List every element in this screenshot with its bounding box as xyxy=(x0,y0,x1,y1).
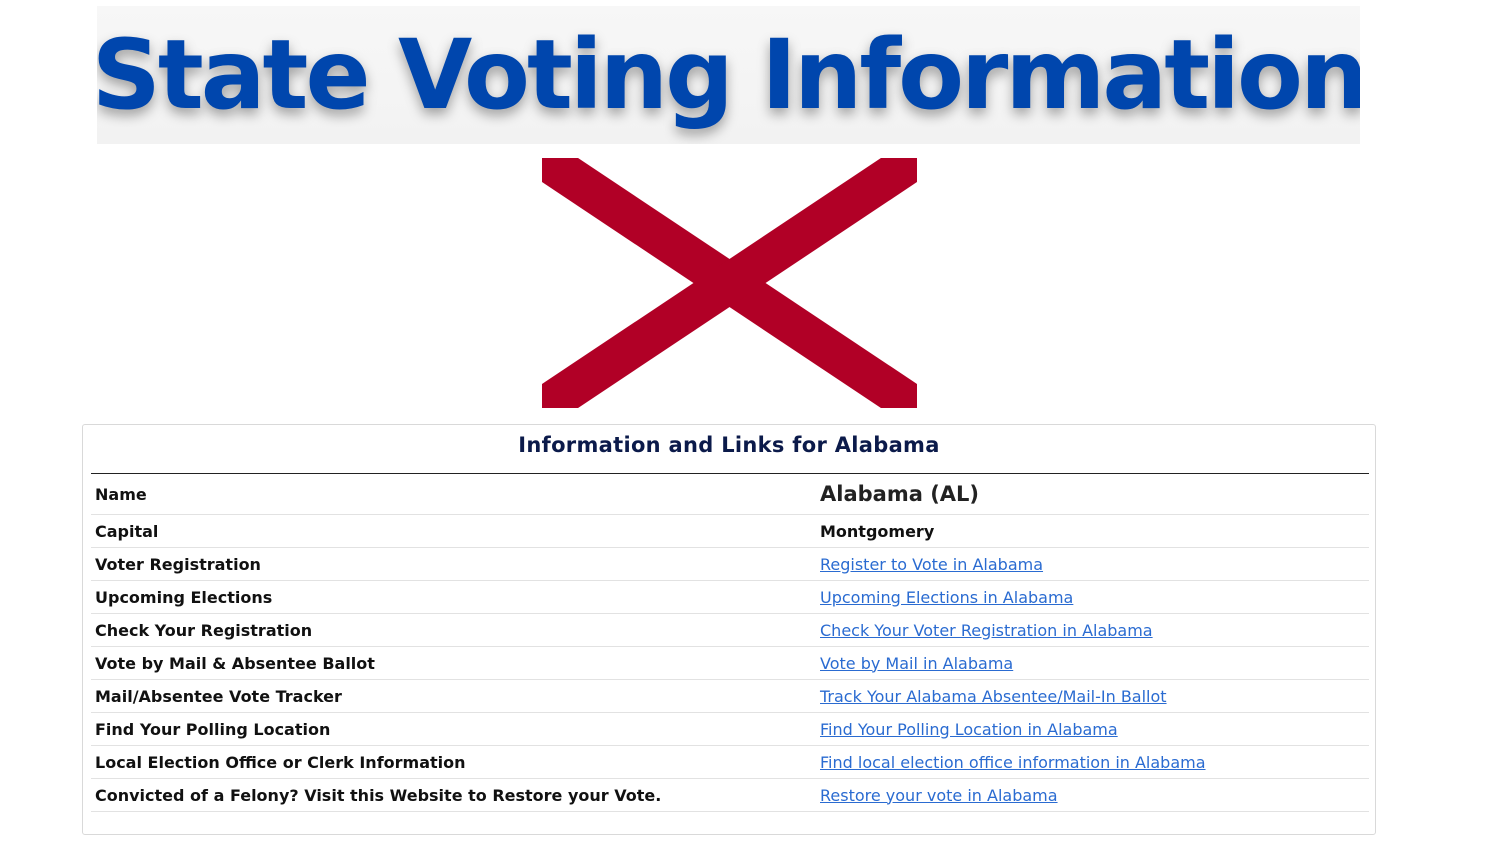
banner-image: State Voting Information xyxy=(97,6,1360,144)
row-label-vote-by-mail: Vote by Mail & Absentee Ballot xyxy=(91,646,816,680)
row-value-cell: Check Your Voter Registration in Alabama xyxy=(816,613,1369,647)
table-row: Upcoming Elections Upcoming Elections in… xyxy=(91,580,1369,614)
row-value-cell: Restore your vote in Alabama xyxy=(816,778,1369,812)
check-registration-link[interactable]: Check Your Voter Registration in Alabama xyxy=(820,621,1153,640)
row-value-cell: Vote by Mail in Alabama xyxy=(816,646,1369,680)
row-label-local-election-office: Local Election Office or Clerk Informati… xyxy=(91,745,816,779)
table-row: Capital Montgomery xyxy=(91,514,1369,548)
row-label-name: Name xyxy=(91,473,816,515)
table-row: Convicted of a Felony? Visit this Websit… xyxy=(91,778,1369,812)
polling-location-link[interactable]: Find Your Polling Location in Alabama xyxy=(820,720,1118,739)
table-row: Check Your Registration Check Your Voter… xyxy=(91,613,1369,647)
row-value-cell: Find local election office information i… xyxy=(816,745,1369,779)
capital-value: Montgomery xyxy=(816,514,1369,548)
banner-title: State Voting Information xyxy=(97,19,1360,131)
page: State Voting Information Information and… xyxy=(0,0,1511,846)
vote-by-mail-link[interactable]: Vote by Mail in Alabama xyxy=(820,654,1013,673)
row-label-vote-tracker: Mail/Absentee Vote Tracker xyxy=(91,679,816,713)
table-row: Local Election Office or Clerk Informati… xyxy=(91,745,1369,779)
table-row: Name Alabama (AL) xyxy=(91,473,1369,515)
alabama-flag-image xyxy=(542,158,917,408)
table-row: Find Your Polling Location Find Your Pol… xyxy=(91,712,1369,746)
row-label-polling-location: Find Your Polling Location xyxy=(91,712,816,746)
row-label-voter-registration: Voter Registration xyxy=(91,547,816,581)
row-value-cell: Register to Vote in Alabama xyxy=(816,547,1369,581)
row-value-cell: Find Your Polling Location in Alabama xyxy=(816,712,1369,746)
local-election-office-link[interactable]: Find local election office information i… xyxy=(820,753,1206,772)
row-label-check-registration: Check Your Registration xyxy=(91,613,816,647)
restore-vote-link[interactable]: Restore your vote in Alabama xyxy=(820,786,1058,805)
table-row: Vote by Mail & Absentee Ballot Vote by M… xyxy=(91,646,1369,680)
ballot-tracker-link[interactable]: Track Your Alabama Absentee/Mail-In Ball… xyxy=(820,687,1167,706)
row-label-felony-restore: Convicted of a Felony? Visit this Websit… xyxy=(91,778,816,812)
card-title: Information and Links for Alabama xyxy=(518,433,940,457)
state-info-table: Name Alabama (AL) Capital Montgomery Vot… xyxy=(91,473,1369,812)
row-label-upcoming-elections: Upcoming Elections xyxy=(91,580,816,614)
row-label-capital: Capital xyxy=(91,514,816,548)
upcoming-elections-link[interactable]: Upcoming Elections in Alabama xyxy=(820,588,1073,607)
state-info-card: Information and Links for Alabama Name A… xyxy=(82,424,1376,835)
row-value-cell: Track Your Alabama Absentee/Mail-In Ball… xyxy=(816,679,1369,713)
row-value-cell: Upcoming Elections in Alabama xyxy=(816,580,1369,614)
table-row: Mail/Absentee Vote Tracker Track Your Al… xyxy=(91,679,1369,713)
table-row: Voter Registration Register to Vote in A… xyxy=(91,547,1369,581)
register-to-vote-link[interactable]: Register to Vote in Alabama xyxy=(820,555,1043,574)
state-name-value: Alabama (AL) xyxy=(816,473,1369,515)
